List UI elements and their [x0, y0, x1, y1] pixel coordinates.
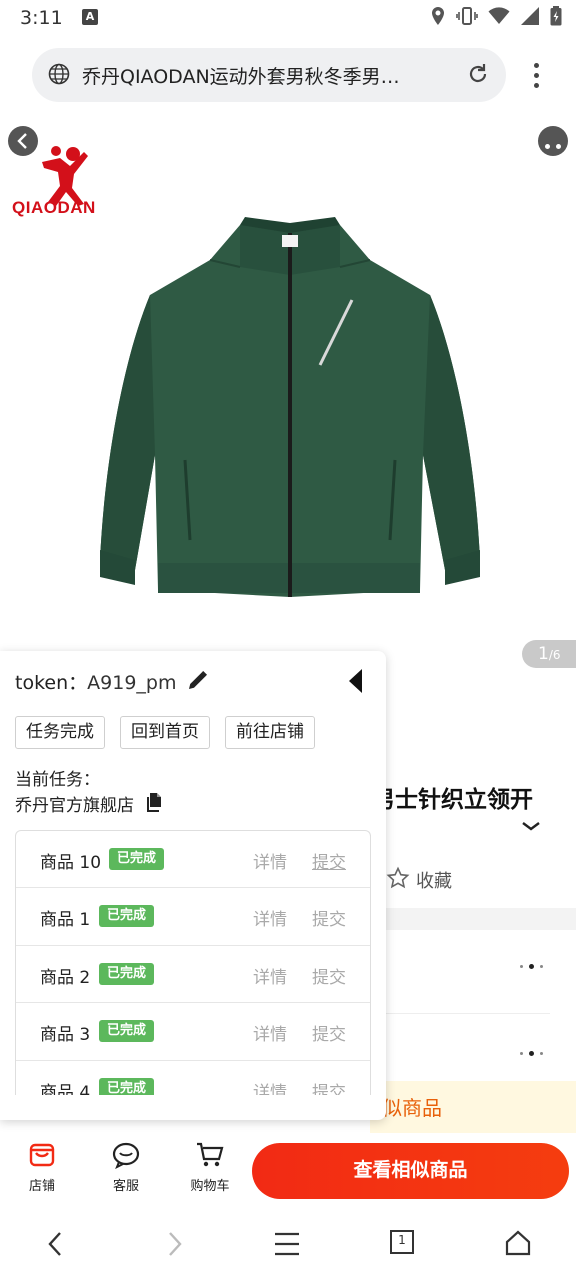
browser-nav: 1: [0, 1209, 576, 1280]
service-tab[interactable]: 客服: [96, 1141, 156, 1194]
chat-icon: [112, 1142, 140, 1169]
home-nav-button[interactable]: [498, 1229, 538, 1261]
submit-link[interactable]: 提交: [312, 1020, 346, 1045]
back-nav-button[interactable]: [36, 1229, 76, 1261]
action-bar: 店铺 客服 购物车 查看相似商品: [0, 1133, 576, 1209]
task-row-name: 商品 3: [40, 1025, 91, 1046]
arrow-left-icon: [48, 1232, 61, 1256]
forward-nav-button[interactable]: [154, 1229, 194, 1261]
status-badge: 已完成: [109, 848, 165, 870]
status-badge: 已完成: [99, 905, 155, 928]
arrow-right-icon: [169, 1232, 182, 1256]
tab-count: 1: [398, 1233, 406, 1247]
status-bar: 3:11 A: [0, 0, 576, 36]
more-button[interactable]: [538, 126, 568, 156]
home-icon: [505, 1230, 531, 1256]
task-row-name: 商品 10: [40, 853, 102, 873]
current-task-label: 当前任务：: [15, 770, 100, 790]
token-value: A919_pm: [87, 672, 177, 694]
task-complete-button[interactable]: 任务完成: [15, 716, 105, 749]
status-icons: [430, 6, 562, 26]
jacket-image: [100, 217, 480, 597]
task-row: 商品 1 已完成 详情 提交: [16, 888, 370, 946]
store-tab[interactable]: 店铺: [12, 1141, 72, 1194]
cart-label: 购物车: [190, 1179, 230, 1194]
token-label: token：: [15, 672, 88, 694]
status-time: 3:11: [20, 7, 63, 29]
pencil-icon[interactable]: [186, 668, 210, 692]
go-store-button[interactable]: 前往店铺: [225, 716, 315, 749]
divider: [370, 1013, 550, 1014]
cart-icon: [197, 1142, 224, 1167]
favorite-label[interactable]: 收藏: [416, 867, 452, 893]
status-badge: 已完成: [99, 1020, 155, 1043]
task-row-name: 商品 4: [40, 1082, 91, 1095]
store-icon: [29, 1143, 55, 1167]
more-dots-icon[interactable]: [520, 964, 543, 969]
image-total: /6: [548, 648, 561, 662]
status-badge: 已完成: [99, 962, 155, 985]
cart-tab[interactable]: 购物车: [180, 1141, 240, 1194]
reload-icon[interactable]: [466, 62, 490, 86]
submit-link[interactable]: 提交: [312, 848, 346, 873]
task-row: 商品 3 已完成 详情 提交: [16, 1003, 370, 1061]
image-index: 1: [538, 644, 549, 664]
current-task-value: 乔丹官方旗舰店: [15, 796, 134, 816]
task-row: 商品 2 已完成 详情 提交: [16, 946, 370, 1004]
task-row-name: 商品 1: [40, 910, 91, 931]
submit-link[interactable]: 提交: [312, 905, 346, 930]
detail-link[interactable]: 详情: [253, 1020, 287, 1045]
section-gap: [370, 908, 576, 930]
brand-name: QIAODAN: [12, 198, 96, 217]
similar-banner-text[interactable]: 似商品: [382, 1092, 442, 1121]
back-home-button[interactable]: 回到首页: [120, 716, 210, 749]
task-row-name: 商品 2: [40, 967, 91, 988]
vibrate-icon: [456, 7, 478, 25]
status-badge: 已完成: [99, 1077, 155, 1095]
collapse-panel-icon[interactable]: [346, 667, 366, 695]
star-icon[interactable]: [386, 866, 410, 890]
image-page-indicator: 1/6: [522, 640, 576, 668]
detail-link[interactable]: 详情: [253, 963, 287, 988]
spec-card: [370, 930, 576, 1080]
submit-link[interactable]: 提交: [312, 963, 346, 988]
detail-link[interactable]: 详情: [253, 905, 287, 930]
view-similar-button[interactable]: 查看相似商品: [252, 1143, 569, 1199]
store-label: 店铺: [28, 1179, 55, 1194]
task-list: 商品 10 已完成 详情 提交 商品 1 已完成 详情 提交 商品 2 已完成 …: [15, 830, 371, 1095]
notification-icon: A: [82, 9, 98, 25]
battery-icon: [550, 6, 562, 26]
service-label: 客服: [112, 1179, 139, 1194]
menu-nav-button[interactable]: [267, 1229, 307, 1261]
url-text[interactable]: 乔丹QIAODAN运动外套男秋冬季男…: [82, 62, 452, 89]
signal-icon: [521, 7, 539, 25]
chevron-down-icon[interactable]: [520, 820, 542, 834]
task-panel: token：A919_pm 任务完成 回到首页 前往店铺 当前任务： 乔丹官方旗…: [0, 651, 386, 1120]
hamburger-icon: [275, 1232, 299, 1256]
overflow-menu-icon[interactable]: [528, 60, 544, 90]
location-icon: [432, 7, 444, 25]
copy-icon[interactable]: [145, 792, 165, 812]
more-dots-icon[interactable]: [520, 1051, 543, 1056]
task-row: 商品 4 已完成 详情 提交: [16, 1061, 370, 1095]
url-bar[interactable]: 乔丹QIAODAN运动外套男秋冬季男…: [32, 48, 506, 102]
product-title: 男士针织立领开: [372, 787, 533, 813]
task-row: 商品 10 已完成 详情 提交: [16, 831, 370, 889]
globe-icon: [48, 63, 70, 85]
tabs-nav-button[interactable]: 1: [382, 1229, 422, 1261]
token-row: token：A919_pm: [15, 668, 176, 695]
detail-link[interactable]: 详情: [253, 848, 287, 873]
submit-link[interactable]: 提交: [312, 1078, 346, 1095]
wifi-icon: [488, 7, 510, 25]
product-image[interactable]: QIAODAN: [0, 110, 576, 670]
detail-link[interactable]: 详情: [253, 1078, 287, 1095]
